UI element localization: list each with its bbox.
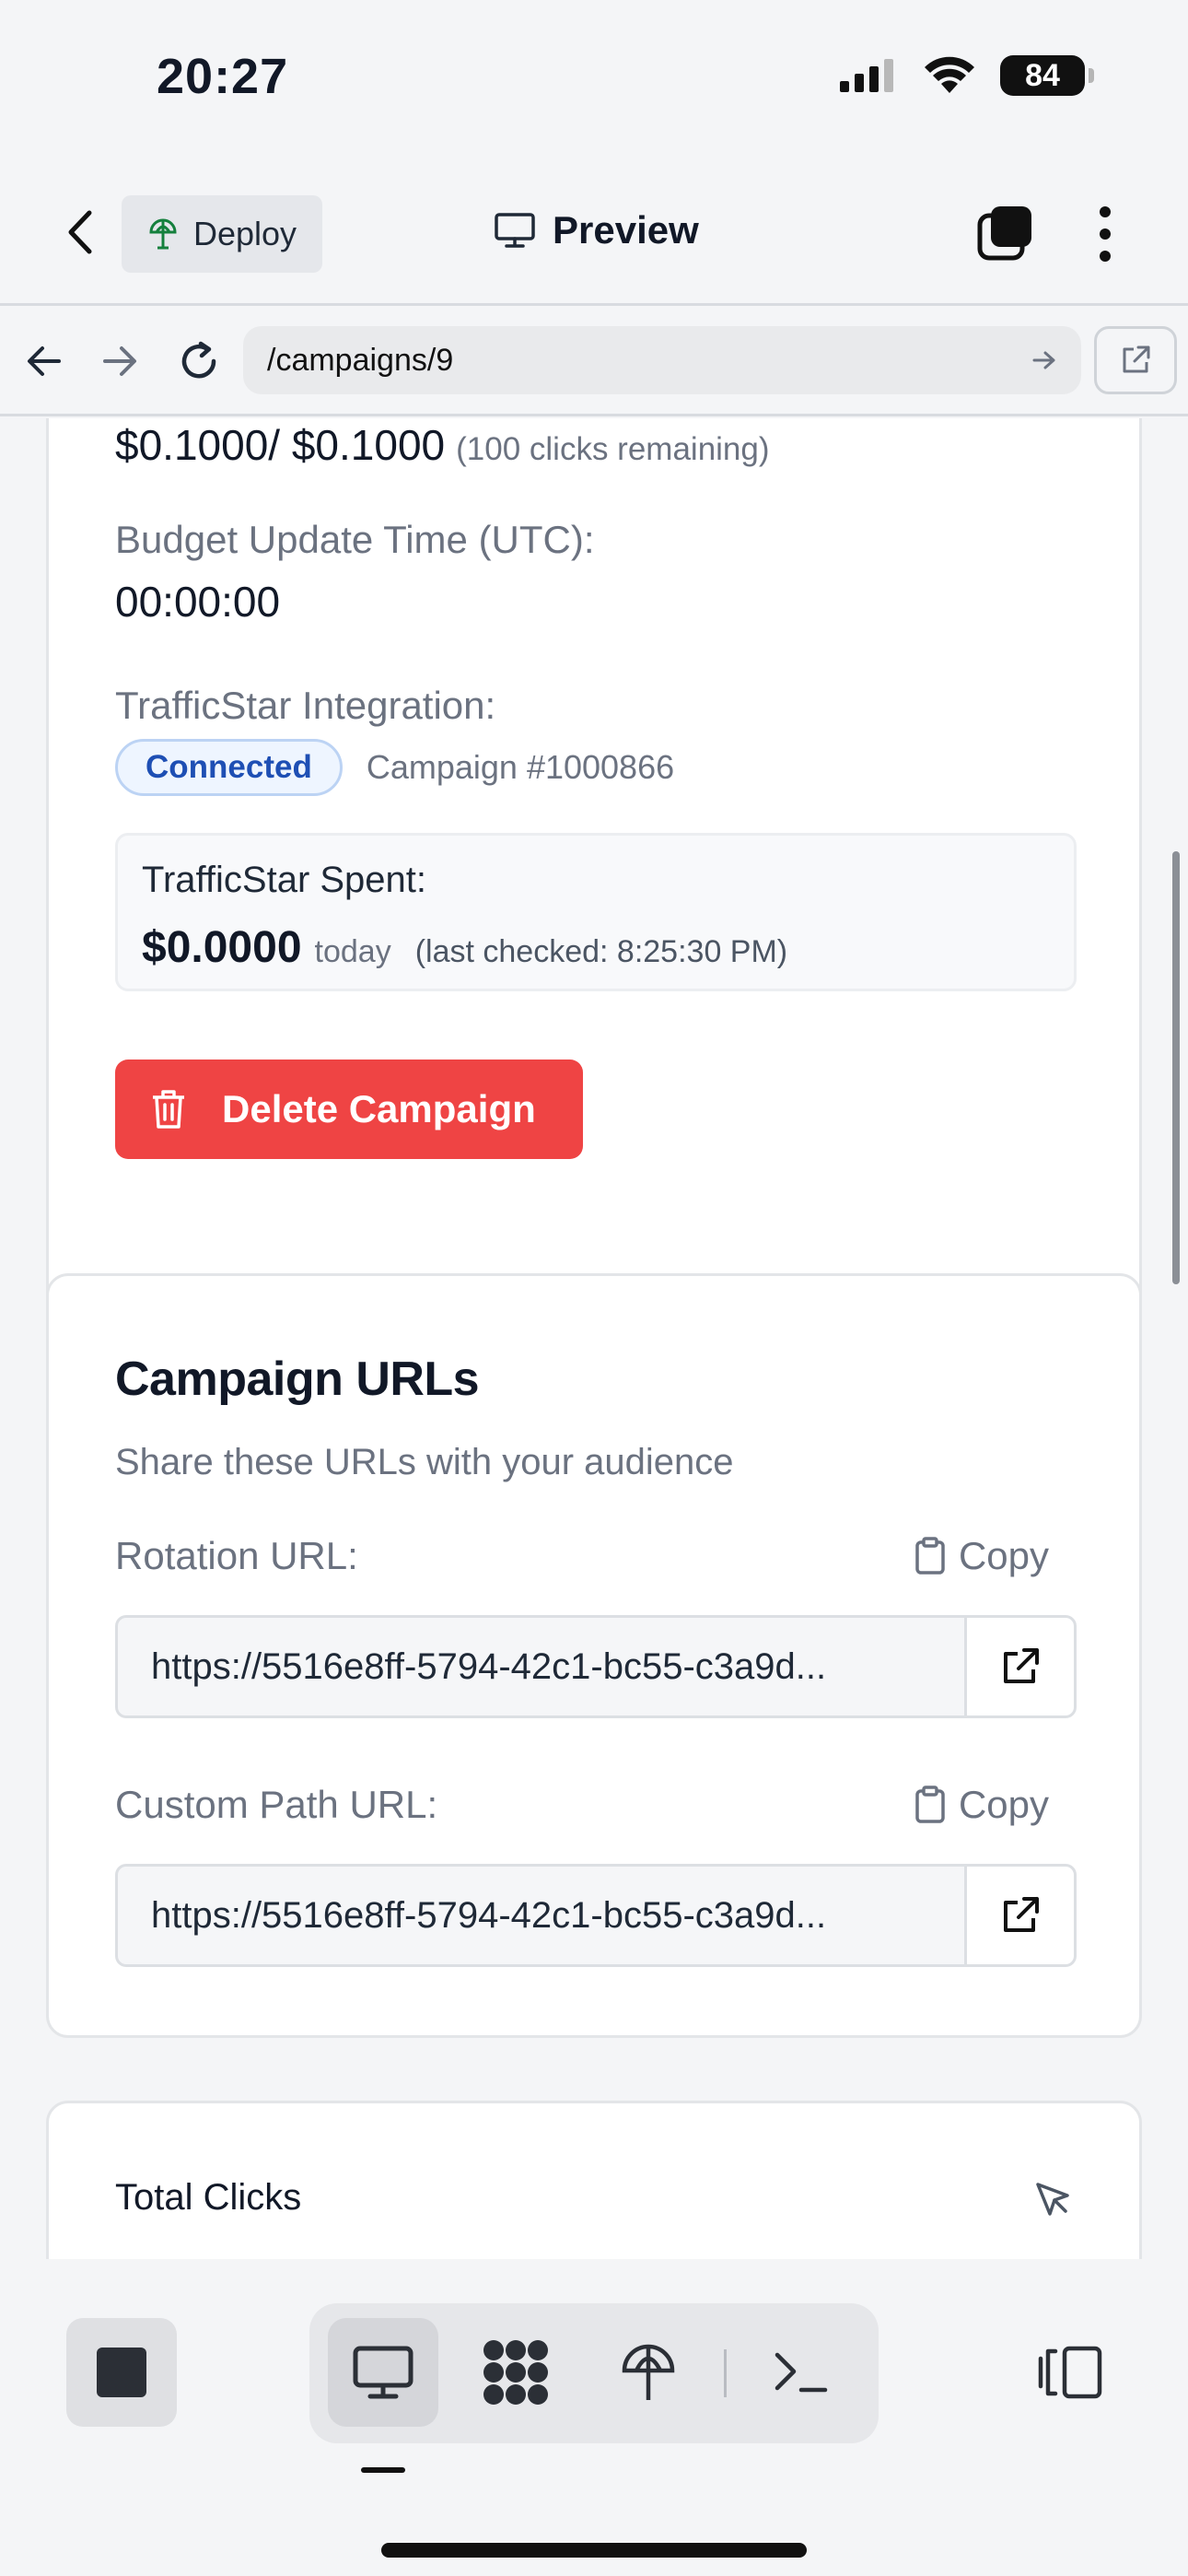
deploy-label: Deploy bbox=[193, 215, 297, 252]
custom-url-row: https://5516e8ff-5794-42c1-bc55-c3a9d... bbox=[115, 1864, 1077, 1967]
open-rotation-url-button[interactable] bbox=[964, 1615, 1077, 1718]
copy-label: Copy bbox=[958, 1534, 1049, 1577]
arrow-right-icon bbox=[103, 346, 136, 376]
terminal-tool-button[interactable] bbox=[746, 2318, 856, 2427]
external-link-icon bbox=[1004, 1648, 1039, 1683]
delete-campaign-button[interactable]: Delete Campaign bbox=[115, 1060, 583, 1159]
command-icon bbox=[483, 2340, 548, 2405]
rotation-url-label: Rotation URL: bbox=[115, 1534, 358, 1577]
open-external-button[interactable] bbox=[1094, 326, 1177, 394]
status-time: 20:27 bbox=[157, 49, 289, 104]
rotation-url-field[interactable]: https://5516e8ff-5794-42c1-bc55-c3a9d... bbox=[115, 1615, 964, 1718]
browser-back-button[interactable] bbox=[17, 334, 72, 389]
bottom-toolbar bbox=[0, 2259, 1188, 2576]
scrollbar[interactable] bbox=[1172, 851, 1180, 1284]
integration-row: Connected Campaign #1000866 bbox=[115, 739, 674, 796]
arrow-left-icon bbox=[28, 346, 61, 376]
total-clicks-title: Total Clicks bbox=[115, 2177, 302, 2218]
home-indicator bbox=[381, 2543, 807, 2558]
tabs-button[interactable] bbox=[976, 205, 1035, 263]
copy-label: Copy bbox=[958, 1783, 1049, 1826]
app-header: Deploy Preview bbox=[0, 157, 1188, 306]
integration-label: TrafficStar Integration: bbox=[115, 684, 496, 727]
preview-tool-button[interactable] bbox=[328, 2318, 438, 2427]
deploy-icon bbox=[622, 2344, 675, 2400]
spent-amount: $0.0000 bbox=[142, 923, 302, 972]
back-button[interactable] bbox=[52, 205, 107, 260]
stop-button[interactable] bbox=[66, 2318, 177, 2427]
status-bar: 20:27 84 bbox=[0, 0, 1188, 157]
more-menu-button[interactable] bbox=[1085, 201, 1125, 267]
deploy-button[interactable]: Deploy bbox=[122, 195, 323, 273]
custom-url-header: Custom Path URL: Copy bbox=[115, 1783, 1077, 1827]
status-icons: 84 bbox=[838, 55, 1094, 96]
monitor-icon bbox=[495, 213, 535, 248]
url-text: /campaigns/9 bbox=[267, 342, 454, 378]
copy-custom-url-button[interactable]: Copy bbox=[914, 1783, 1049, 1827]
integration-campaign-id: Campaign #1000866 bbox=[366, 748, 675, 786]
spent-last-checked: (last checked: 8:25:30 PM) bbox=[414, 934, 788, 969]
rotation-url-row: https://5516e8ff-5794-42c1-bc55-c3a9d... bbox=[115, 1615, 1077, 1718]
url-bar: /campaigns/9 bbox=[0, 306, 1188, 416]
panel-toggle-icon bbox=[1038, 2346, 1102, 2399]
tool-switcher bbox=[309, 2303, 879, 2443]
clipboard-icon bbox=[915, 1786, 945, 1823]
browser-forward-button[interactable] bbox=[92, 334, 147, 389]
panel-toggle-button[interactable] bbox=[1028, 2318, 1111, 2427]
card-description: Share these URLs with your audience bbox=[115, 1442, 734, 1482]
spent-line: $0.0000 today (last checked: 8:25:30 PM) bbox=[142, 922, 787, 973]
chevron-left-icon bbox=[68, 210, 92, 254]
globe-antenna-icon bbox=[149, 218, 177, 250]
budget-remaining: (100 clicks remaining) bbox=[456, 431, 770, 467]
status-badge: Connected bbox=[115, 739, 343, 796]
stop-icon bbox=[97, 2348, 146, 2397]
url-field[interactable]: /campaigns/9 bbox=[243, 326, 1081, 394]
reload-icon bbox=[181, 341, 216, 379]
battery-icon: 84 bbox=[1000, 55, 1094, 96]
toolbar-divider bbox=[724, 2349, 727, 2397]
active-tab-indicator bbox=[361, 2467, 405, 2473]
spent-summary: TrafficStar Spent: $0.0000 today (last c… bbox=[115, 833, 1077, 991]
delete-campaign-label: Delete Campaign bbox=[222, 1087, 536, 1130]
open-custom-url-button[interactable] bbox=[964, 1864, 1077, 1967]
trash-icon bbox=[153, 1090, 184, 1129]
spent-label: TrafficStar Spent: bbox=[142, 860, 427, 900]
card-title: Campaign URLs bbox=[115, 1352, 480, 1406]
monitor-icon bbox=[353, 2346, 413, 2399]
page-content: $0.1000/ $0.1000 (100 clicks remaining) … bbox=[0, 418, 1188, 2259]
campaign-urls-card: Campaign URLs Share these URLs with your… bbox=[46, 1273, 1142, 2038]
preview-title: Preview bbox=[494, 208, 699, 252]
signal-icon bbox=[840, 59, 893, 92]
total-clicks-card: Total Clicks bbox=[46, 2101, 1142, 2259]
deploy-tool-button[interactable] bbox=[593, 2318, 704, 2427]
budget-update-time-label: Budget Update Time (UTC): bbox=[115, 518, 595, 561]
custom-url-field[interactable]: https://5516e8ff-5794-42c1-bc55-c3a9d... bbox=[115, 1864, 964, 1967]
rotation-url-header: Rotation URL: Copy bbox=[115, 1534, 1077, 1578]
wifi-icon bbox=[925, 56, 974, 93]
external-link-icon bbox=[1004, 1897, 1039, 1932]
clipboard-icon bbox=[915, 1537, 945, 1575]
budget-update-time-value: 00:00:00 bbox=[115, 578, 281, 626]
page-title: Preview bbox=[553, 208, 699, 252]
copy-rotation-url-button[interactable]: Copy bbox=[914, 1534, 1049, 1578]
spent-period: today bbox=[314, 934, 391, 969]
budget-amount: $0.1000/ $0.1000 bbox=[115, 421, 446, 469]
commands-tool-button[interactable] bbox=[460, 2318, 571, 2427]
more-vertical-icon bbox=[1100, 206, 1111, 217]
cursor-pointer-icon bbox=[1036, 2183, 1069, 2216]
reload-button[interactable] bbox=[171, 334, 227, 389]
tabs-square-icon bbox=[977, 206, 1031, 261]
go-arrow-icon[interactable] bbox=[1031, 349, 1057, 371]
external-link-icon bbox=[1123, 345, 1150, 373]
budget-line: $0.1000/ $0.1000 (100 clicks remaining) bbox=[115, 420, 770, 470]
custom-url-label: Custom Path URL: bbox=[115, 1783, 438, 1826]
terminal-icon bbox=[775, 2352, 828, 2393]
